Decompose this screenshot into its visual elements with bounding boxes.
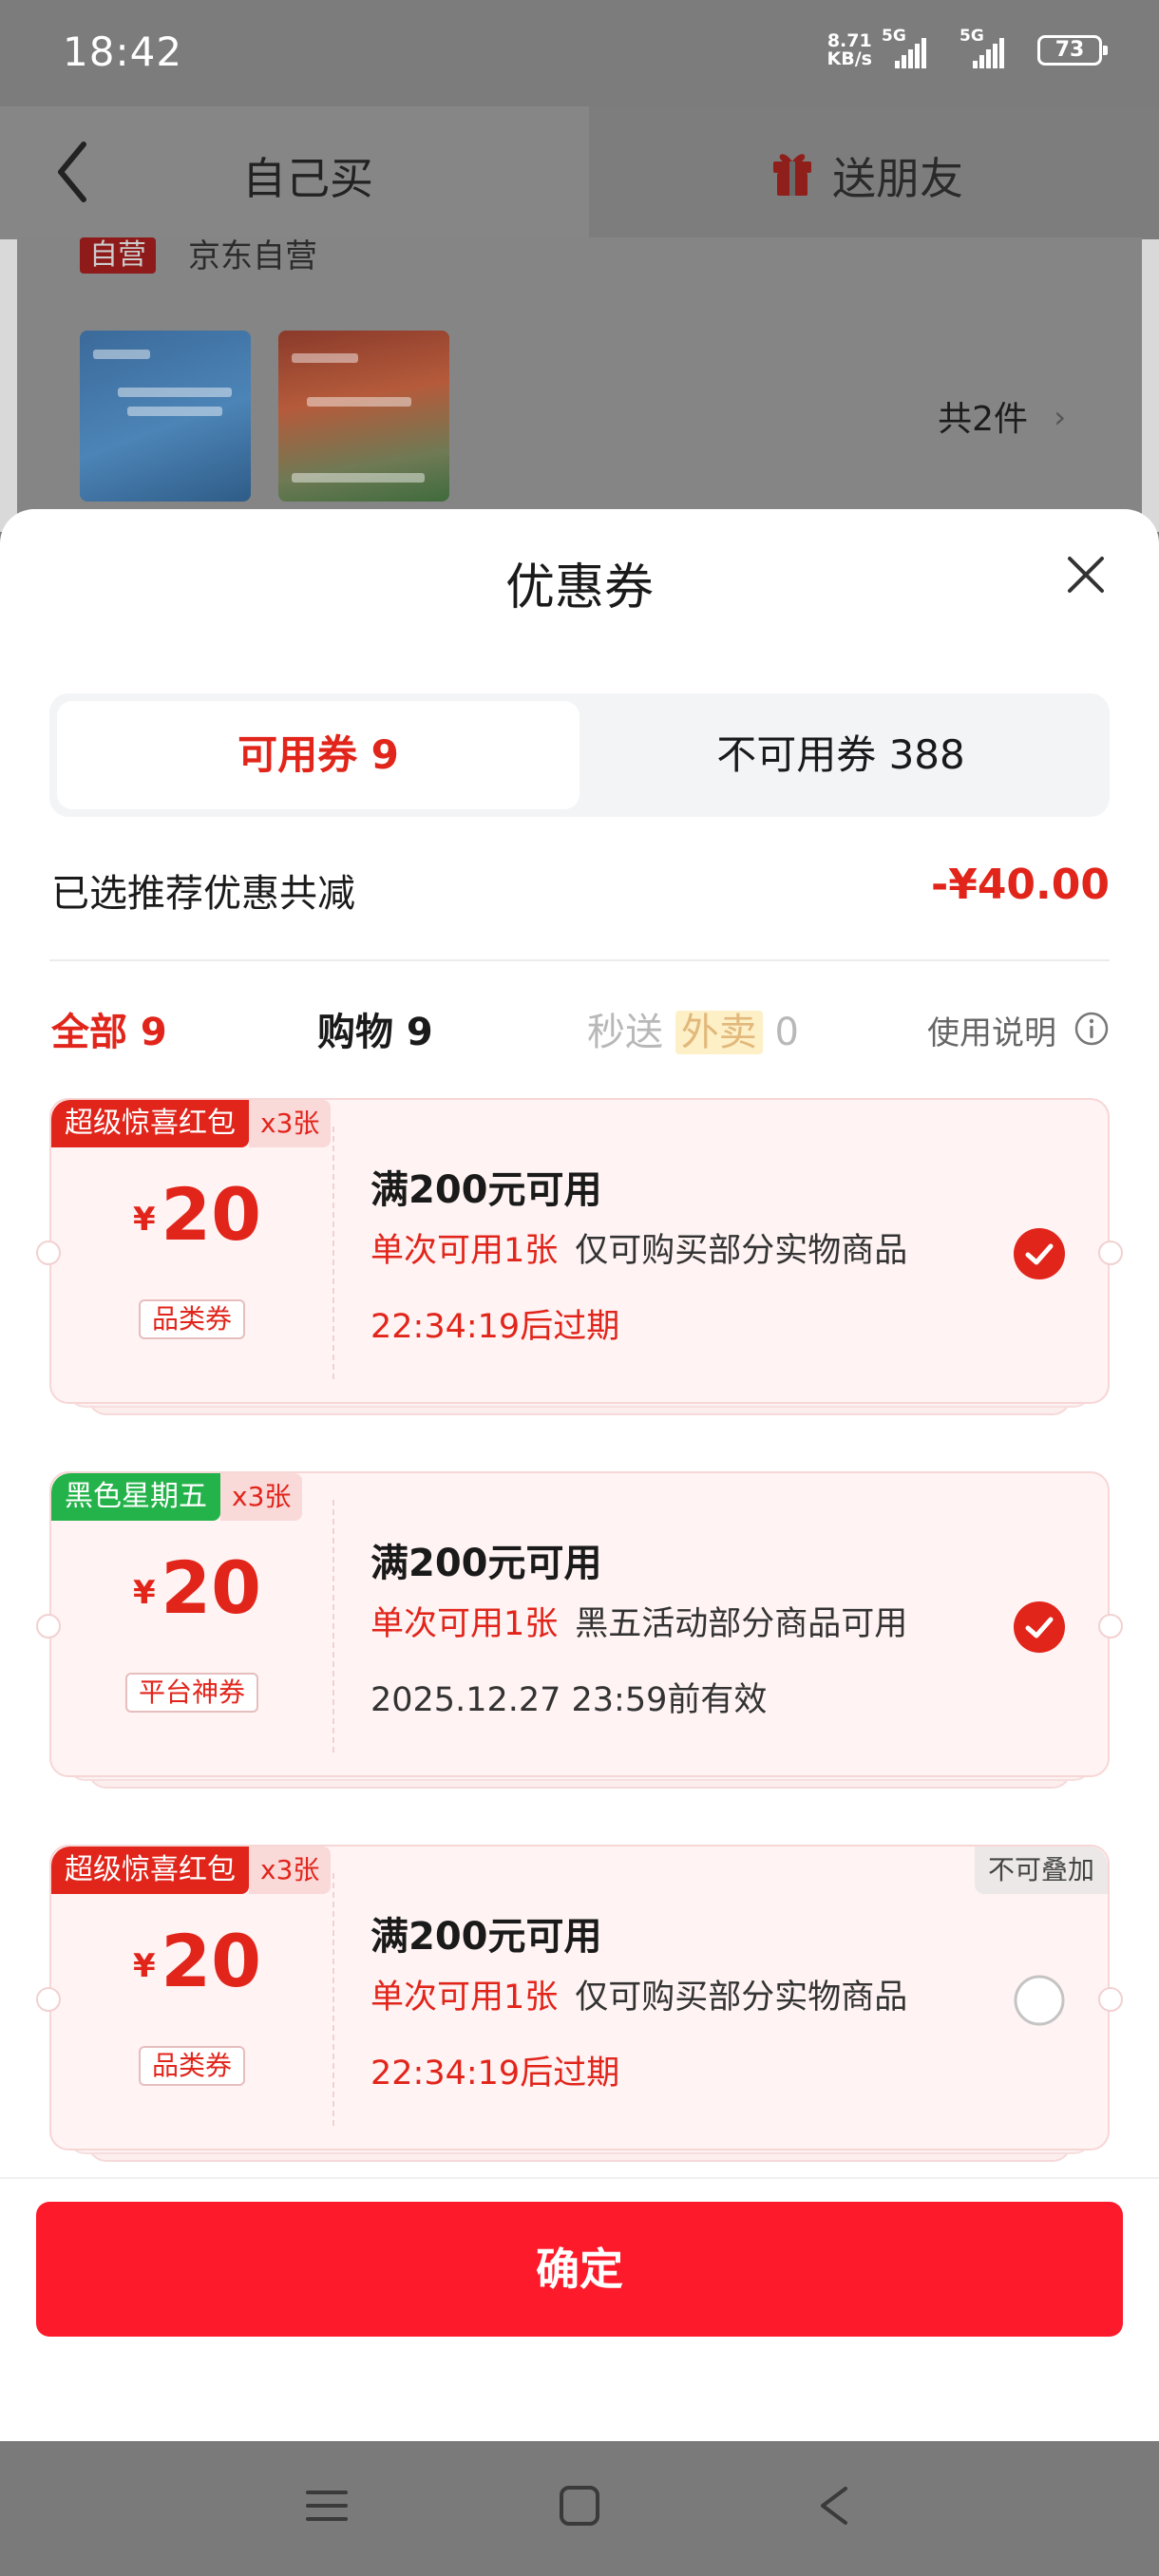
net-speed: 8.71 KB/s (826, 30, 872, 69)
coupon-body: 超级惊喜红包 x3张 ¥ 20 品类券 满200元可用 单次可用1张 仅可购买部分… (49, 1098, 1110, 1404)
coupon-condition: 满200元可用 (370, 1542, 602, 1585)
tab-self-label: 自己买 (242, 153, 373, 204)
back-triangle-icon[interactable] (817, 2485, 851, 2527)
coupon-card[interactable]: 超级惊喜红包 x3张 ¥ 20 品类券 满200元可用 单次可用1张 仅可购买部分… (36, 1098, 1123, 1415)
coupon-body: 超级惊喜红包 x3张 不可叠加 ¥ 20 品类券 满200元可用 单次可用1张仅… (49, 1845, 1110, 2150)
status-bar: 18:42 8.71 KB/s 5G 5G 73 (0, 0, 1159, 106)
takeout-tag: 外卖 (674, 1011, 763, 1054)
coupon-type-tag: 平台神券 (125, 1673, 259, 1713)
info-icon[interactable] (1074, 1011, 1110, 1047)
saving-amount: -¥40.00 (930, 861, 1110, 909)
coupon-quantity: x3张 (220, 1473, 303, 1521)
coupon-bottom-sheet: 优惠券 可用券 9 不可用券 388 已选推荐优惠共减 -¥40.00 全部 9… (0, 509, 1159, 2441)
coupon-expiry: 22:34:19后过期 (370, 2055, 620, 2093)
coupon-body: 黑色星期五 x3张 ¥ 20 平台神券 满200元可用 单次可用1张 黑五活动部分… (49, 1471, 1110, 1777)
order-nav-bar: 自己买 送朋友 (0, 106, 1159, 239)
usage-instructions-link[interactable]: 使用说明 (927, 1007, 1056, 1053)
back-chevron-icon[interactable] (53, 139, 91, 205)
tab-unavailable-coupons[interactable]: 不可用券 388 (580, 701, 1102, 809)
sheet-title: 优惠券 (504, 559, 654, 616)
close-icon[interactable] (1064, 553, 1108, 597)
coupon-rules: 单次可用1张 仅可购买部分实物商品 (370, 1979, 908, 2017)
coupon-type-tag: 品类券 (139, 1299, 246, 1339)
tab-send-friend[interactable]: 送朋友 (832, 144, 963, 207)
signal-icon: 5G (882, 27, 950, 68)
order-summary-card: 自营 京东自营 共2件 › (17, 237, 1142, 522)
filter-all[interactable]: 全部 9 (51, 1001, 167, 1056)
coupon-value: ¥ 20 (133, 1545, 262, 1630)
signal-icon: 5G (960, 27, 1028, 68)
coupon-condition: 满200元可用 (370, 1915, 602, 1959)
system-nav-bar (0, 2441, 1159, 2576)
gift-icon (773, 154, 811, 196)
check-circle-icon[interactable] (1013, 1227, 1066, 1280)
divider (49, 959, 1110, 961)
coupon-expiry: 22:34:19后过期 (370, 1308, 620, 1346)
chevron-right-icon[interactable]: › (1054, 399, 1066, 435)
tab-available-coupons[interactable]: 可用券 9 (57, 701, 580, 809)
status-time: 18:42 (63, 28, 183, 75)
coupon-rules: 单次可用1张 黑五活动部分商品可用 (370, 1605, 908, 1643)
coupon-card[interactable]: 黑色星期五 x3张 ¥ 20 平台神券 满200元可用 单次可用1张 黑五活动部分… (36, 1471, 1123, 1789)
coupon-rules: 单次可用1张 仅可购买部分实物商品 (370, 1232, 908, 1270)
battery-icon: 73 (1037, 35, 1108, 66)
coupon-type-tag: 品类券 (139, 2046, 246, 2086)
check-circle-icon[interactable] (1013, 1601, 1066, 1654)
coupon-value: ¥ 20 (133, 1172, 262, 1257)
menu-icon[interactable] (306, 2485, 348, 2527)
coupon-quantity: x3张 (249, 1847, 332, 1894)
radio-empty-icon[interactable] (1013, 1974, 1066, 2027)
no-stacking-tag: 不可叠加 (974, 1847, 1108, 1894)
self-operated-tag: 自营 (80, 237, 156, 274)
shop-name: 京东自营 (188, 237, 317, 275)
coupon-badge: 黑色星期五 x3张 (51, 1473, 303, 1521)
confirm-button[interactable]: 确定 (36, 2202, 1123, 2337)
filter-fast-delivery[interactable]: 秒送 外卖 0 (587, 1001, 799, 1056)
saving-label: 已选推荐优惠共减 (51, 872, 355, 916)
coupon-condition: 满200元可用 (370, 1168, 602, 1212)
coupon-badge: 超级惊喜红包 x3张 (51, 1847, 332, 1894)
coupon-segment-control: 可用券 9 不可用券 388 (49, 693, 1110, 817)
product-thumbnail[interactable] (80, 331, 251, 502)
filter-shopping[interactable]: 购物 9 (317, 1001, 433, 1056)
status-indicators: 8.71 KB/s 5G 5G 73 (826, 27, 1108, 69)
coupon-card[interactable]: 超级惊喜红包 x3张 不可叠加 ¥ 20 品类券 满200元可用 单次可用1张仅… (36, 1845, 1123, 2162)
product-thumbnail[interactable] (278, 331, 449, 502)
coupon-expiry: 2025.12.27 23:59前有效 (370, 1681, 768, 1719)
coupon-value: ¥ 20 (133, 1919, 262, 2003)
item-total-count[interactable]: 共2件 (938, 391, 1028, 441)
coupon-quantity: x3张 (249, 1100, 332, 1147)
home-square-icon[interactable] (559, 2485, 600, 2527)
coupon-badge: 超级惊喜红包 x3张 (51, 1100, 332, 1147)
